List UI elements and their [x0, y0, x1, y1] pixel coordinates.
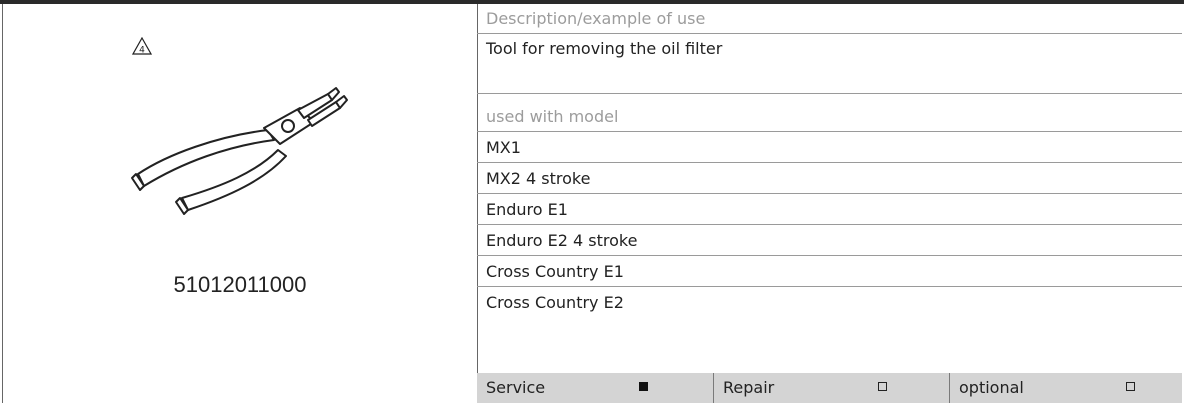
repair-checkbox-icon: [878, 382, 887, 391]
usage-repair-label: Repair: [723, 378, 775, 397]
usage-service-label: Service: [486, 378, 546, 397]
service-checkbox-icon: [639, 382, 648, 391]
usage-optional: optional: [949, 373, 1182, 403]
tool-info-panel: Description/example of use Tool for remo…: [477, 4, 1182, 403]
model-item: Cross Country E1: [477, 257, 1182, 287]
usage-bar: Service Repair optional: [477, 373, 1182, 403]
model-item: Cross Country E2: [486, 293, 624, 312]
model-item: MX2 4 stroke: [477, 164, 1182, 194]
tool-image-panel: 4 51012011000: [2, 4, 478, 403]
optional-checkbox-icon: [1126, 382, 1135, 391]
usage-repair: Repair: [713, 373, 949, 403]
models-heading: used with model: [477, 102, 1182, 132]
description-heading: Description/example of use: [477, 4, 1182, 34]
model-item: Enduro E1: [477, 195, 1182, 225]
description-text: Tool for removing the oil filter: [486, 39, 723, 58]
usage-service: Service: [477, 373, 713, 403]
blank-row: [477, 64, 1182, 94]
circlip-pliers-icon: [131, 87, 348, 215]
reference-triangle-icon: 4: [132, 37, 152, 55]
model-item: MX1: [477, 133, 1182, 163]
usage-optional-label: optional: [959, 378, 1024, 397]
reference-number: 4: [139, 46, 145, 56]
part-number: 51012011000: [173, 272, 307, 297]
tool-sheet: 4 51012011000 Description/example of use…: [2, 4, 1182, 403]
model-item: Enduro E2 4 stroke: [477, 226, 1182, 256]
